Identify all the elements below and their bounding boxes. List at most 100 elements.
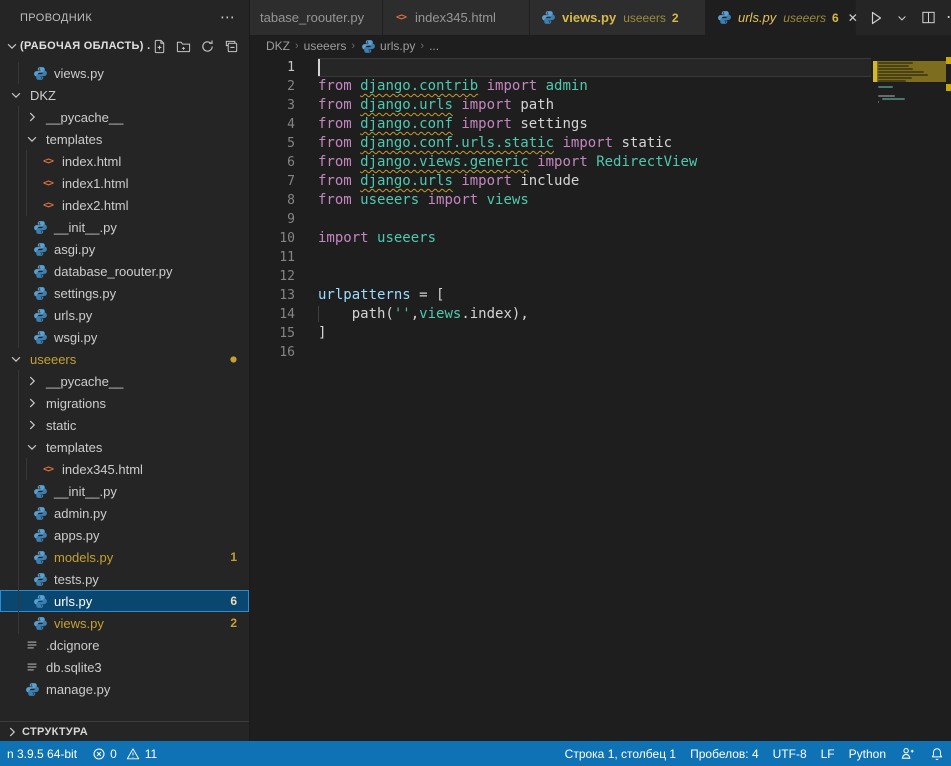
tree-item-urls-py[interactable]: urls.py [0,304,249,326]
code-line[interactable]: 12 [250,267,951,286]
ruler-warning-tick [946,84,951,91]
status-notifications[interactable] [922,741,951,766]
tree-item-label: db.sqlite3 [46,660,102,675]
tree-item-useeers[interactable]: useeers [0,348,249,370]
python-file-icon [32,505,48,521]
tree-item-index-html[interactable]: <>index.html [0,150,249,172]
tree-item-apps-py[interactable]: apps.py [0,524,249,546]
tree-item-models-py[interactable]: models.py1 [0,546,249,568]
line-number: 7 [250,172,295,191]
tree-item-label: apps.py [54,528,100,543]
indent-guide [18,62,19,84]
run-dropdown-icon[interactable] [894,10,910,26]
status-problems[interactable]: 011 [84,741,164,766]
tree-item-index345-html[interactable]: <>index345.html [0,458,249,480]
tree-item-templates[interactable]: templates [0,128,249,150]
code-line[interactable]: 4from django.conf import settings [250,115,951,134]
minimap[interactable] [873,57,946,741]
tree-item--init-py[interactable]: __init__.py [0,480,249,502]
tree-item-db-sqlite3[interactable]: db.sqlite3 [0,656,249,678]
tree-item-DKZ[interactable]: DKZ [0,84,249,106]
status-language-mode-label: Python [849,747,886,761]
tree-item-label: settings.py [54,286,116,301]
status-eol-sequence[interactable]: LF [814,741,842,766]
run-button-icon[interactable] [868,10,884,26]
code-line[interactable]: 3from django.urls import path [250,96,951,115]
tab-views-py[interactable]: views.pyuseeers2 [530,0,706,35]
tree-item-urls-py[interactable]: urls.py6 [0,590,249,612]
file-tree: views.pyDKZ__pycache__templates<>index.h… [0,57,249,721]
code-line[interactable]: 2from django.contrib import admin [250,77,951,96]
line-number: 10 [250,229,295,248]
minimap-line [878,80,906,82]
code-line[interactable]: 16 [250,343,951,362]
python-file-icon [32,219,48,235]
code-line[interactable]: 7from django.urls import include [250,172,951,191]
tree-item-settings-py[interactable]: settings.py [0,282,249,304]
tree-item--pycache-[interactable]: __pycache__ [0,370,249,392]
tree-item-tests-py[interactable]: tests.py [0,568,249,590]
tree-item-label: urls.py [54,594,92,609]
tab-index345-html[interactable]: <>index345.html [383,0,530,35]
status-indentation[interactable]: Пробелов: 4 [683,741,766,766]
tree-item-templates[interactable]: templates [0,436,249,458]
breadcrumb-item[interactable]: ... [429,39,439,53]
status-language-mode[interactable]: Python [842,741,893,766]
python-file-icon [32,527,48,543]
more-actions-button[interactable]: ⋯ [946,10,951,26]
code-line[interactable]: 15] [250,324,951,343]
tree-item--dcignore[interactable]: .dcignore [0,634,249,656]
tree-item-wsgi-py[interactable]: wsgi.py [0,326,249,348]
code-line[interactable]: 10import useeers [250,229,951,248]
tab-urls-py[interactable]: urls.pyuseeers6✕ [706,0,856,35]
tree-item-database-roouter-py[interactable]: database_roouter.py [0,260,249,282]
code-line[interactable]: 5from django.conf.urls.static import sta… [250,134,951,153]
tree-item-views-py[interactable]: views.py2 [0,612,249,634]
collapse-all-icon[interactable] [223,38,239,54]
workspace-section-label: (РАБОЧАЯ ОБЛАСТЬ) ... [20,40,151,52]
breadcrumb-item[interactable]: urls.py [360,38,415,54]
tree-item-index2-html[interactable]: <>index2.html [0,194,249,216]
tree-item--pycache-[interactable]: __pycache__ [0,106,249,128]
breadcrumb-item[interactable]: useeers [304,39,347,53]
workspace-section-header[interactable]: (РАБОЧАЯ ОБЛАСТЬ) ... [0,35,249,57]
tree-item-migrations[interactable]: migrations [0,392,249,414]
new-file-icon[interactable] [151,38,167,54]
new-folder-icon[interactable] [175,38,191,54]
line-number: 15 [250,324,295,343]
status-cursor-position[interactable]: Строка 1, столбец 1 [558,741,683,766]
status-encoding[interactable]: UTF-8 [766,741,814,766]
code-line[interactable]: 9 [250,210,951,229]
minimap-line [878,65,909,67]
tree-item-index1-html[interactable]: <>index1.html [0,172,249,194]
tab-tabase-roouter-py[interactable]: tabase_roouter.py [250,0,383,35]
status-feedback[interactable] [893,741,922,766]
tree-item--init-py[interactable]: __init__.py [0,216,249,238]
code-line[interactable]: 1 [250,58,951,77]
tree-item-manage-py[interactable]: manage.py [0,678,249,700]
breadcrumb-label: urls.py [380,39,415,53]
status-python-interpreter[interactable]: n 3.9.5 64-bit [0,741,84,766]
tree-item-asgi-py[interactable]: asgi.py [0,238,249,260]
code-line[interactable]: 13urlpatterns = [ [250,286,951,305]
tree-item-admin-py[interactable]: admin.py [0,502,249,524]
tree-item-views-py[interactable]: views.py [0,62,249,84]
code-line[interactable]: 8from useeers import views [250,191,951,210]
code-line[interactable]: 14 path('',views.index), [250,305,951,324]
refresh-icon[interactable] [199,38,215,54]
breadcrumb-item[interactable]: DKZ [266,39,290,53]
problems-badge: 2 [230,616,237,630]
outline-section-header[interactable]: СТРУКТУРА [0,721,249,741]
explorer-more-icon[interactable]: ⋯ [220,10,235,25]
split-editor-button-icon[interactable] [920,10,936,26]
tree-item-static[interactable]: static [0,414,249,436]
breadcrumb-label: useeers [304,39,347,53]
code-line[interactable]: 6from django.views.generic import Redire… [250,153,951,172]
code-line[interactable]: 11 [250,248,951,267]
line-number: 6 [250,153,295,172]
line-number: 4 [250,115,295,134]
status-bar: n 3.9.5 64-bit011 Строка 1, столбец 1Про… [0,741,951,766]
code-editor[interactable]: 12from django.contrib import admin3from … [250,57,951,741]
indent-guide [18,216,19,238]
python-file-icon [32,483,48,499]
